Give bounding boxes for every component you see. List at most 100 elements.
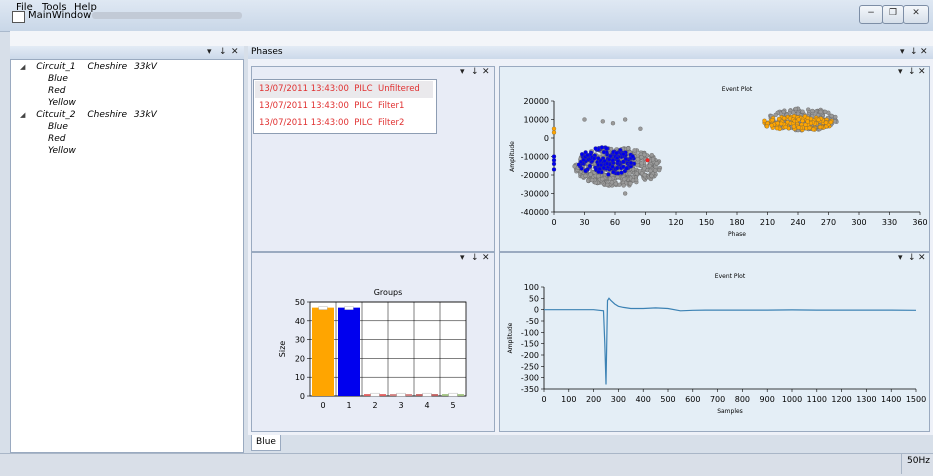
close-icon[interactable]: ✕: [231, 47, 239, 57]
circuit-region: Cheshire: [87, 62, 128, 72]
window-close-button[interactable]: ✕: [903, 5, 929, 24]
close-icon[interactable]: ✕: [482, 67, 490, 77]
minimize-button[interactable]: −: [859, 5, 883, 24]
close-icon[interactable]: ✕: [920, 47, 928, 57]
close-icon[interactable]: ✕: [918, 253, 926, 263]
status-frequency: 50Hz: [907, 456, 930, 466]
pin-icon[interactable]: ↓: [471, 253, 479, 263]
error-bar: [370, 392, 380, 397]
tree-node-circuit-2[interactable]: ◢ Citcuit_2 Cheshire 33kV: [20, 110, 157, 120]
scatter-point: [615, 159, 621, 164]
dropdown-icon[interactable]: ▾: [898, 253, 903, 263]
scatter-point: [647, 163, 652, 169]
expand-icon[interactable]: ◢: [20, 111, 25, 119]
scatter-point: [796, 125, 801, 130]
list-item[interactable]: 13/07/2011 13:43:00 PILC Filter1: [255, 98, 433, 115]
tree-node-blue[interactable]: Blue: [48, 74, 68, 84]
scatter-point: [591, 156, 597, 161]
pin-icon[interactable]: ↓: [471, 67, 479, 77]
scatter-point: [816, 117, 821, 122]
scatter-point: [800, 118, 805, 124]
phases-panel-header: [248, 46, 933, 59]
y-tick-label: -30000: [521, 190, 549, 199]
x-tick-label: 0: [541, 395, 546, 404]
pin-icon[interactable]: ↓: [219, 47, 227, 57]
dropdown-icon[interactable]: ▾: [900, 47, 905, 57]
dropdown-icon[interactable]: ▾: [898, 67, 903, 77]
scatter-point: [615, 174, 620, 180]
x-tick-label: 0: [551, 218, 556, 227]
x-tick-label: 900: [760, 395, 775, 404]
error-bar: [396, 392, 406, 397]
scatter-point: [627, 171, 632, 176]
event-source: PILC: [354, 118, 373, 128]
y-tick-label: 50: [295, 298, 305, 307]
y-tick-label: -40000: [521, 208, 549, 217]
tree-node-yellow[interactable]: Yellow: [48, 146, 76, 156]
scatter-point: [579, 152, 585, 157]
list-item[interactable]: 13/07/2011 13:43:00 PILC Unfiltered: [255, 81, 433, 98]
x-tick-label: 500: [660, 395, 675, 404]
scatter-point: [764, 124, 770, 129]
x-tick-label: 600: [685, 395, 700, 404]
x-tick-label: 300: [851, 218, 866, 227]
y-tick-label: 30: [295, 336, 305, 345]
menu-tools[interactable]: Tools: [42, 2, 67, 13]
menu-help[interactable]: Help: [74, 2, 97, 13]
close-icon[interactable]: ✕: [482, 253, 490, 263]
dropdown-icon[interactable]: ▾: [207, 47, 212, 57]
scatter-point: [645, 158, 650, 163]
line-chart: Event Plot100500-50-100-150-200-250-300-…: [507, 273, 926, 415]
scatter-point: [587, 163, 593, 169]
list-item[interactable]: 13/07/2011 13:43:00 PILC Filter2: [255, 115, 433, 132]
scatter-point: [551, 126, 557, 131]
circuit-voltage: 33kV: [133, 110, 157, 120]
scatter-point: [590, 177, 595, 183]
tree-node-red[interactable]: Red: [48, 86, 66, 96]
y-tick-label: -200: [521, 351, 539, 360]
close-icon: ✕: [912, 8, 920, 18]
scatter-point: [639, 161, 644, 166]
tree-node-blue[interactable]: Blue: [48, 122, 68, 132]
scatter-point: [639, 155, 644, 160]
scatter-point: [623, 191, 628, 196]
scatter-point: [600, 176, 605, 182]
scatter-point: [654, 161, 659, 166]
scatter-point: [583, 168, 588, 173]
scatter-point: [619, 170, 624, 175]
restore-button[interactable]: ❐: [882, 5, 904, 24]
dropdown-icon[interactable]: ▾: [460, 253, 465, 263]
scatter-point: [551, 161, 557, 167]
scatter-point: [582, 117, 587, 122]
scatter-point: [610, 121, 616, 126]
pin-icon[interactable]: ↓: [910, 47, 918, 57]
scatter-point: [621, 159, 626, 164]
scatter-point: [596, 174, 601, 179]
scatter-point: [803, 122, 808, 127]
scatter-point: [818, 124, 823, 130]
scatter-point: [615, 171, 621, 176]
y-axis-label: Amplitude: [509, 141, 516, 172]
scatter-point: [774, 126, 780, 131]
tree-node-red[interactable]: Red: [48, 134, 66, 144]
status-divider: [901, 454, 902, 474]
scatter-point: [642, 166, 647, 171]
x-tick-label: 150: [699, 218, 714, 227]
x-tick-label: 1000: [782, 395, 802, 404]
pin-icon[interactable]: ↓: [908, 253, 916, 263]
y-tick-label: 0: [300, 392, 305, 401]
expand-icon[interactable]: ◢: [20, 63, 25, 71]
close-icon[interactable]: ✕: [918, 67, 926, 77]
tab-blue[interactable]: Blue: [251, 435, 281, 451]
tree-node-circuit-1[interactable]: ◢ Circuit_1 Cheshire 33kV: [20, 62, 157, 72]
event-source: PILC: [354, 84, 373, 94]
scatter-point: [649, 173, 654, 179]
tree-node-yellow[interactable]: Yellow: [48, 98, 76, 108]
scatter-point: [628, 160, 634, 166]
pin-icon[interactable]: ↓: [908, 67, 916, 77]
dropdown-icon[interactable]: ▾: [460, 67, 465, 77]
x-tick-label: 1500: [906, 395, 926, 404]
x-tick-label: 0: [320, 401, 325, 410]
menu-file[interactable]: File: [16, 2, 33, 13]
x-tick-label: 300: [611, 395, 626, 404]
